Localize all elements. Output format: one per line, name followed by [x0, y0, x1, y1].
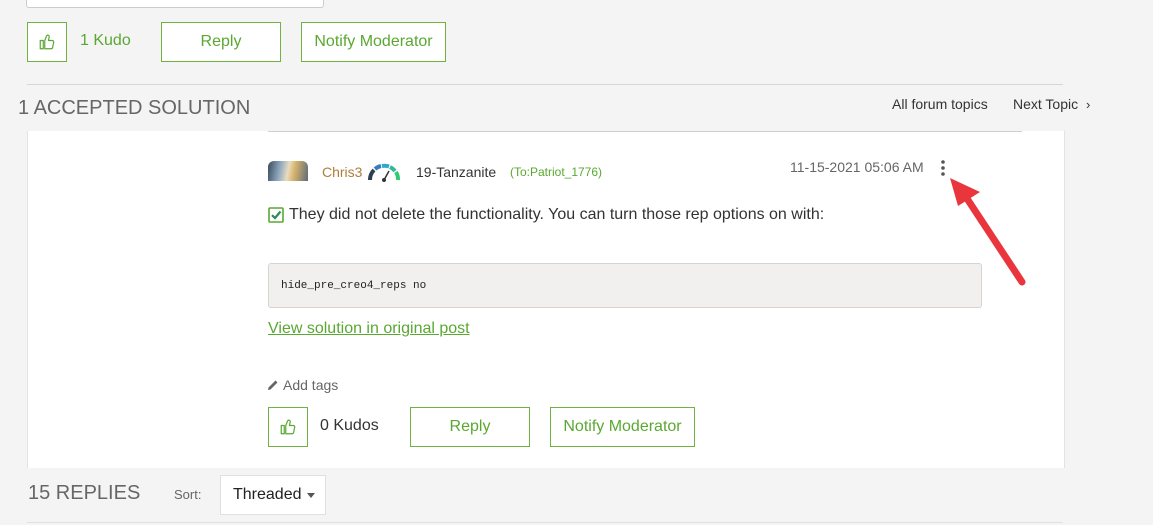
sort-select[interactable]: Threaded	[220, 475, 326, 515]
all-forum-topics-link[interactable]: All forum topics	[892, 96, 988, 112]
solution-body: They did not delete the functionality. Y…	[268, 206, 824, 224]
chevron-right-icon: ›	[1086, 97, 1091, 112]
next-topic-link[interactable]: Next Topic ›	[1013, 96, 1090, 112]
add-tags-link[interactable]: Add tags	[267, 377, 338, 393]
checkbox-checked-icon	[268, 207, 284, 223]
kudo-count: 1 Kudo	[80, 32, 131, 49]
code-block: hide_pre_creo4_reps no	[268, 263, 982, 308]
kudos-button[interactable]	[268, 407, 308, 447]
recipient-link[interactable]: (To:Patriot_1776)	[510, 165, 602, 179]
accepted-solution-heading: 1 ACCEPTED SOLUTION	[18, 97, 251, 119]
thumbs-up-icon	[280, 419, 296, 435]
previous-input-edge	[26, 0, 324, 8]
view-solution-link[interactable]: View solution in original post	[268, 320, 470, 338]
sort-value: Threaded	[233, 486, 302, 503]
post-options-menu[interactable]	[937, 159, 949, 177]
notify-moderator-button[interactable]: Notify Moderator	[301, 22, 446, 62]
kudos-count: 0 Kudos	[320, 417, 379, 434]
solution-text: They did not delete the functionality. Y…	[289, 206, 825, 223]
post-timestamp: 11-15-2021 05:06 AM	[790, 159, 924, 175]
kebab-menu-icon	[941, 160, 945, 176]
replies-divider	[27, 522, 1063, 523]
solution-notify-moderator-button[interactable]: Notify Moderator	[550, 407, 695, 447]
rank-gauge-icon	[368, 163, 401, 182]
caret-down-icon	[306, 492, 315, 498]
pencil-icon	[268, 380, 278, 390]
author-rank: 19-Tanzanite	[416, 164, 497, 180]
card-top-divider	[268, 131, 1022, 132]
author-name[interactable]: Chris3	[322, 164, 362, 180]
code-text: hide_pre_creo4_reps no	[281, 280, 427, 292]
replies-count: 15 REPLIES	[28, 482, 141, 504]
solution-reply-button[interactable]: Reply	[410, 407, 530, 447]
kudo-button[interactable]	[27, 22, 67, 62]
thumbs-up-icon	[39, 34, 55, 50]
add-tags-label: Add tags	[283, 377, 339, 393]
next-topic-label: Next Topic	[1013, 96, 1079, 112]
divider	[27, 84, 1063, 85]
sort-label: Sort:	[174, 487, 202, 502]
reply-button[interactable]: Reply	[161, 22, 281, 62]
avatar[interactable]	[268, 161, 308, 181]
